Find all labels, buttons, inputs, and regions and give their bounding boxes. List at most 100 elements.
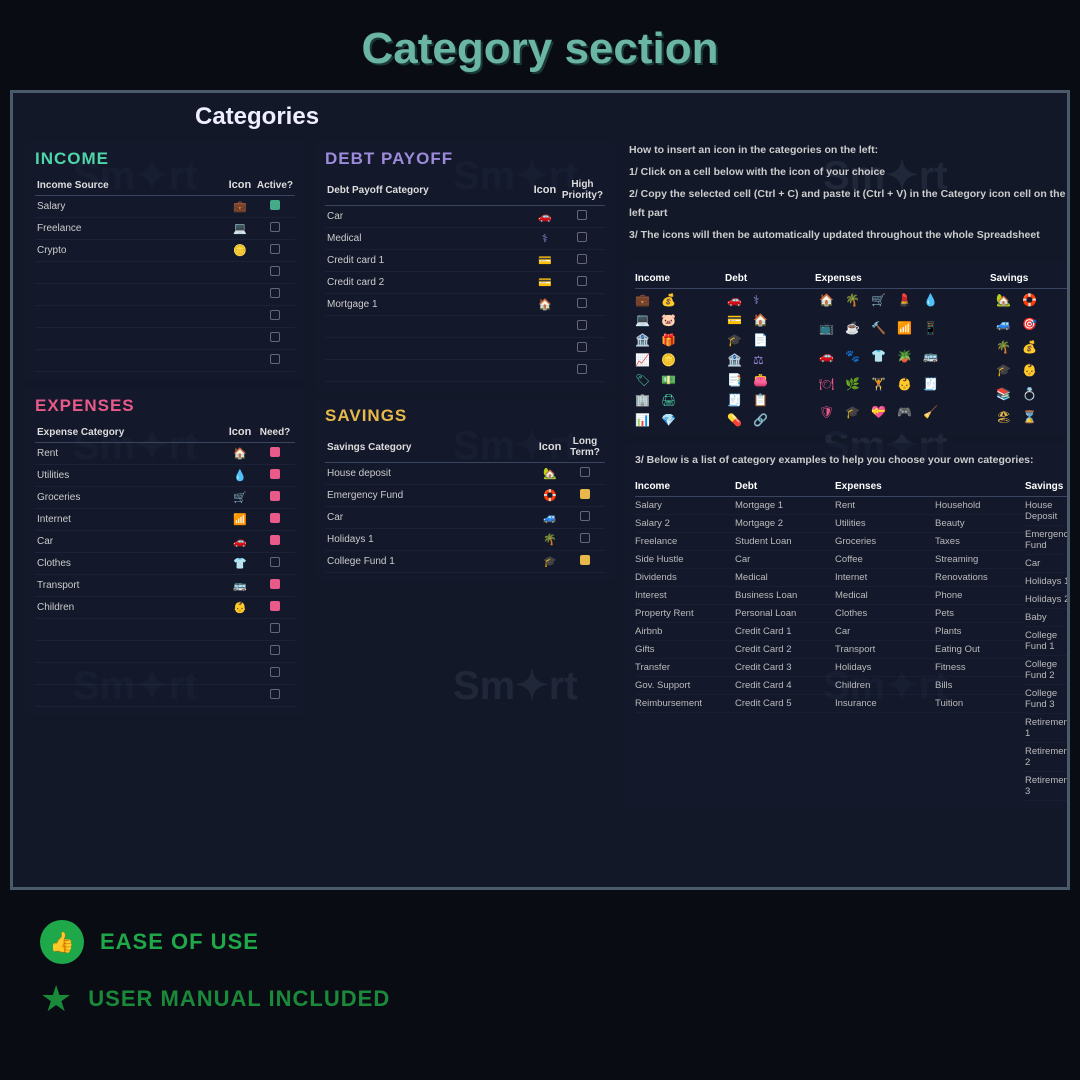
palette-icon[interactable]: 💳 xyxy=(727,313,743,327)
cell-checkbox[interactable] xyxy=(565,463,605,485)
table-row[interactable] xyxy=(325,360,605,382)
cell-checkbox[interactable] xyxy=(255,350,295,372)
cell-name[interactable]: Rent xyxy=(35,443,225,465)
cell-name[interactable]: Car xyxy=(325,507,535,529)
cell-name[interactable] xyxy=(35,328,225,350)
cell-checkbox[interactable] xyxy=(560,360,605,382)
cell-name[interactable]: College Fund 1 xyxy=(325,551,535,573)
table-row[interactable] xyxy=(35,284,295,306)
cell-icon[interactable] xyxy=(225,663,255,685)
cell-checkbox[interactable] xyxy=(560,228,605,250)
cell-name[interactable] xyxy=(35,306,225,328)
cell-icon[interactable]: 🚗 xyxy=(530,206,560,228)
cell-icon[interactable]: 🛟 xyxy=(535,485,565,507)
cell-icon[interactable]: 🌴 xyxy=(535,529,565,551)
table-row[interactable] xyxy=(35,306,295,328)
palette-icon[interactable]: 📑 xyxy=(727,373,743,387)
table-row[interactable]: College Fund 1🎓 xyxy=(325,551,605,573)
cell-icon[interactable]: 💻 xyxy=(225,218,255,240)
palette-icon[interactable]: 📶 xyxy=(897,321,913,343)
cell-name[interactable]: Transport xyxy=(35,575,225,597)
cell-icon[interactable]: 👕 xyxy=(225,553,255,575)
palette-icon[interactable]: 🌴 xyxy=(845,293,861,315)
cell-checkbox[interactable] xyxy=(255,597,295,619)
cell-checkbox[interactable] xyxy=(255,465,295,487)
cell-name[interactable]: Clothes xyxy=(35,553,225,575)
palette-icon[interactable]: 💰 xyxy=(1022,340,1038,357)
cell-checkbox[interactable] xyxy=(565,485,605,507)
palette-icon[interactable]: 💰 xyxy=(661,293,677,307)
palette-icon[interactable]: 🚗 xyxy=(727,293,743,307)
palette-icon[interactable]: 🍽 xyxy=(819,377,835,399)
palette-icon[interactable]: 🐷 xyxy=(661,313,677,327)
palette-icon[interactable]: 💧 xyxy=(923,293,939,315)
palette-icon[interactable]: 📋 xyxy=(753,393,769,407)
cell-name[interactable]: Car xyxy=(35,531,225,553)
table-row[interactable]: Crypto🪙 xyxy=(35,240,295,262)
cell-checkbox[interactable] xyxy=(560,316,605,338)
table-row[interactable] xyxy=(35,619,295,641)
palette-icon[interactable]: 💍 xyxy=(1022,387,1038,404)
table-row[interactable]: Clothes👕 xyxy=(35,553,295,575)
cell-checkbox[interactable] xyxy=(255,328,295,350)
cell-checkbox[interactable] xyxy=(565,507,605,529)
cell-checkbox[interactable] xyxy=(255,509,295,531)
table-row[interactable] xyxy=(35,262,295,284)
cell-name[interactable]: House deposit xyxy=(325,463,535,485)
cell-name[interactable]: Crypto xyxy=(35,240,225,262)
palette-icon[interactable]: 🐾 xyxy=(845,349,861,371)
table-row[interactable] xyxy=(35,328,295,350)
cell-icon[interactable] xyxy=(225,641,255,663)
palette-icon[interactable]: 🎓 xyxy=(996,363,1012,380)
palette-debt[interactable]: 🚗⚕💳🏠🎓📄🏦⚖📑👛🧾📋💊🔗 xyxy=(727,293,817,427)
cell-icon[interactable] xyxy=(530,338,560,360)
table-row[interactable]: Credit card 2💳 xyxy=(325,272,605,294)
cell-checkbox[interactable] xyxy=(255,262,295,284)
cell-icon[interactable]: 🏠 xyxy=(530,294,560,316)
cell-icon[interactable] xyxy=(225,685,255,707)
palette-icon[interactable]: 🛒 xyxy=(871,293,887,315)
cell-icon[interactable] xyxy=(225,350,255,372)
palette-income[interactable]: 💼💰💻🐷🏦🎁📈🪙🏷💵🏢🖨📊💎 xyxy=(635,293,725,427)
palette-icon[interactable]: 🛡 xyxy=(819,405,835,427)
palette-icon[interactable]: 🏋 xyxy=(871,377,887,399)
palette-icon[interactable]: 💵 xyxy=(661,373,677,387)
palette-icon[interactable]: 🚌 xyxy=(923,349,939,371)
cell-icon[interactable]: 🏡 xyxy=(535,463,565,485)
cell-checkbox[interactable] xyxy=(255,240,295,262)
cell-icon[interactable]: ⚕ xyxy=(530,228,560,250)
cell-checkbox[interactable] xyxy=(560,272,605,294)
cell-name[interactable] xyxy=(35,284,225,306)
cell-name[interactable] xyxy=(325,316,530,338)
palette-icon[interactable]: 🪴 xyxy=(897,349,913,371)
cell-name[interactable] xyxy=(35,350,225,372)
cell-icon[interactable] xyxy=(225,328,255,350)
table-row[interactable]: Freelance💻 xyxy=(35,218,295,240)
cell-name[interactable]: Utilities xyxy=(35,465,225,487)
cell-checkbox[interactable] xyxy=(255,196,295,218)
table-row[interactable]: Groceries🛒 xyxy=(35,487,295,509)
cell-name[interactable]: Medical xyxy=(325,228,530,250)
cell-icon[interactable]: 💧 xyxy=(225,465,255,487)
cell-icon[interactable]: 👶 xyxy=(225,597,255,619)
palette-icon[interactable]: 💼 xyxy=(635,293,651,307)
cell-icon[interactable]: 🎓 xyxy=(535,551,565,573)
palette-icon[interactable]: 📺 xyxy=(819,321,835,343)
table-row[interactable]: Rent🏠 xyxy=(35,443,295,465)
table-row[interactable] xyxy=(325,338,605,360)
cell-icon[interactable]: 🏠 xyxy=(225,443,255,465)
palette-icon[interactable]: ⌛ xyxy=(1022,410,1038,427)
cell-name[interactable]: Freelance xyxy=(35,218,225,240)
cell-icon[interactable] xyxy=(530,316,560,338)
cell-icon[interactable]: 🛒 xyxy=(225,487,255,509)
cell-checkbox[interactable] xyxy=(255,663,295,685)
cell-icon[interactable] xyxy=(225,619,255,641)
palette-icon[interactable]: ☕ xyxy=(845,321,861,343)
palette-icon[interactable]: 💊 xyxy=(727,413,743,427)
palette-icon[interactable]: ⚖ xyxy=(753,353,769,367)
cell-name[interactable]: Mortgage 1 xyxy=(325,294,530,316)
table-row[interactable] xyxy=(35,685,295,707)
palette-icon[interactable]: 💄 xyxy=(897,293,913,315)
cell-name[interactable]: Holidays 1 xyxy=(325,529,535,551)
cell-name[interactable] xyxy=(35,663,225,685)
